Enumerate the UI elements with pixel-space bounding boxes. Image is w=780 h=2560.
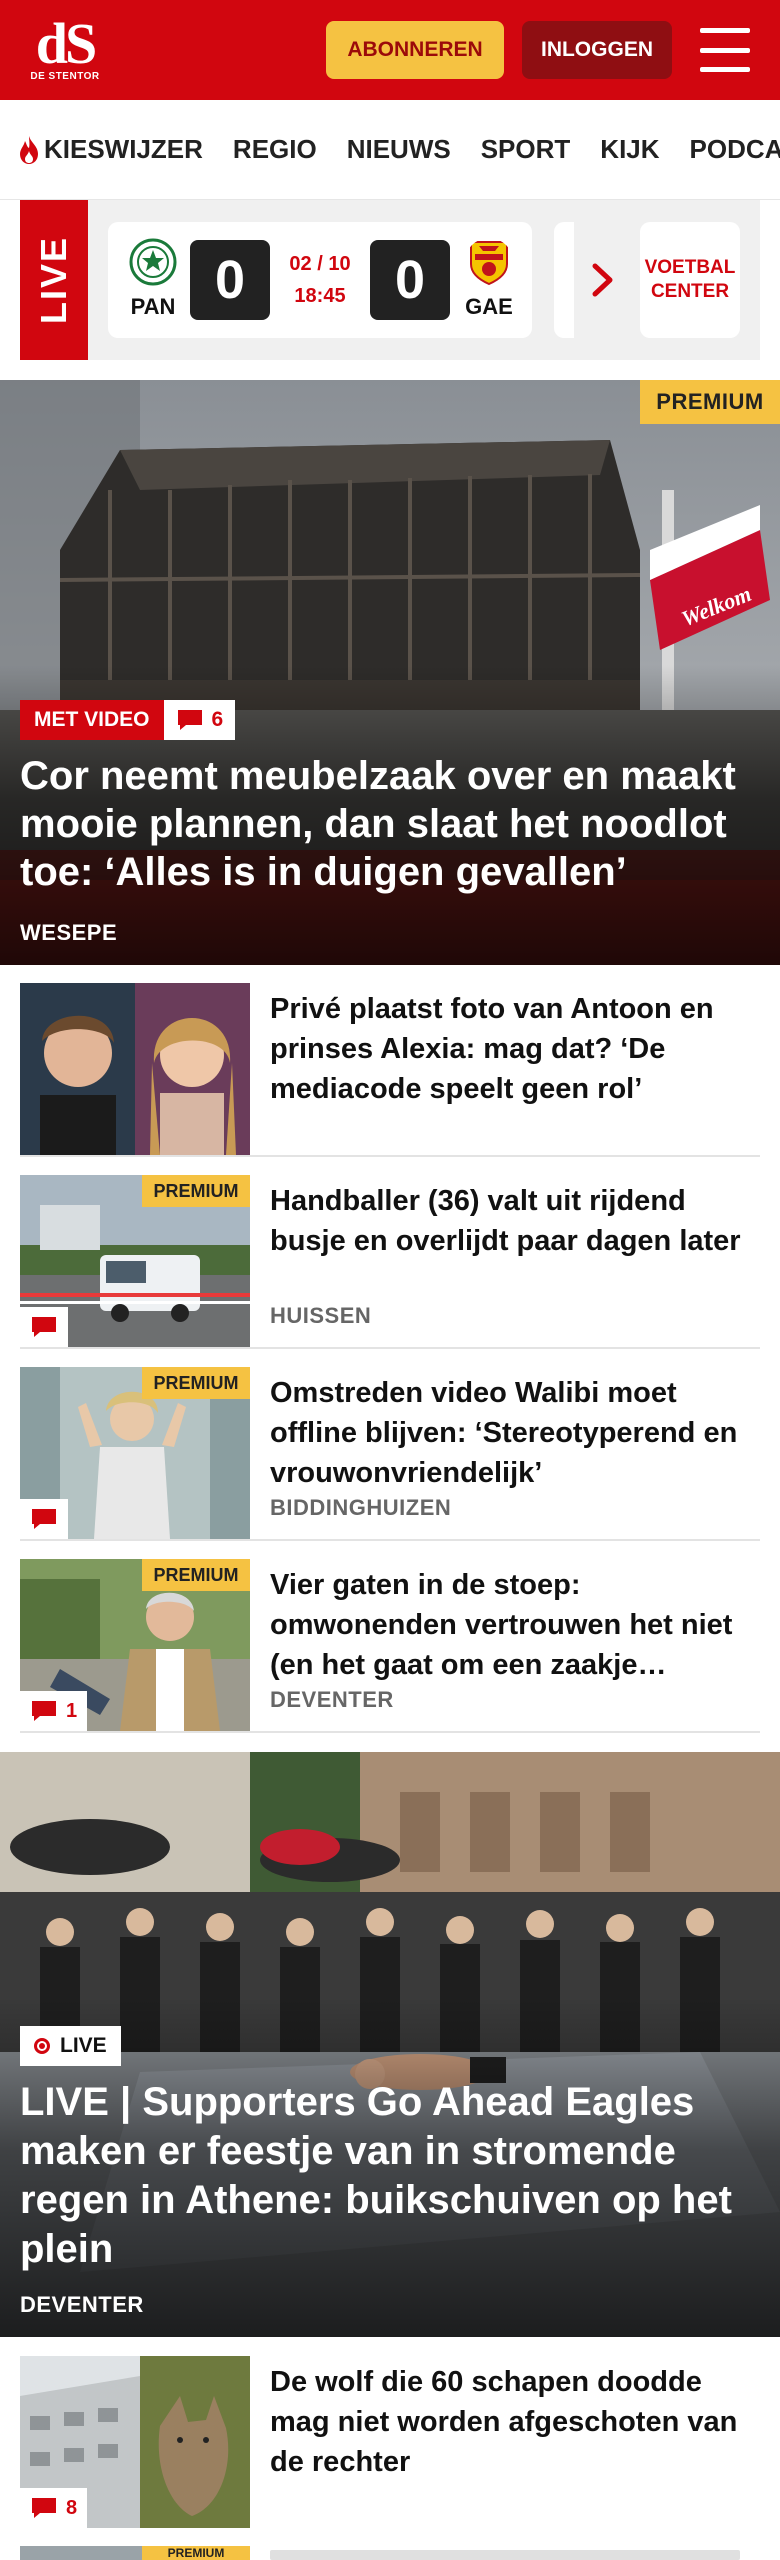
nav-label: KIJK <box>600 134 660 164</box>
flame-icon <box>20 135 38 164</box>
comment-icon <box>32 1509 56 1529</box>
hamburger-menu-icon[interactable] <box>700 28 750 72</box>
live-hero-location: DEVENTER <box>20 2292 144 2317</box>
thumbnail-portraits-image <box>20 983 250 1155</box>
live-scores-strip: LIVE PAN 0 02 / 10 18:45 0 GAE VOETBAL C… <box>20 200 760 360</box>
panathinaikos-crest-icon <box>129 238 177 286</box>
comment-count[interactable] <box>20 1499 68 1539</box>
live-hero-article[interactable]: LIVE LIVE | Supporters Go Ahead Eagles m… <box>0 1752 780 2337</box>
premium-badge: PREMIUM <box>142 1175 250 1207</box>
comment-icon <box>32 2498 56 2518</box>
article-location: BIDDINGHUIZEN <box>270 1495 452 1520</box>
hero-title[interactable]: Cor neemt meubelzaak over en maakt mooie… <box>20 752 760 896</box>
comment-count-value: 8 <box>66 2496 78 2519</box>
nav-item-regio[interactable]: REGIO <box>233 134 317 165</box>
live-hero-title[interactable]: LIVE | Supporters Go Ahead Eagles maken … <box>20 2078 760 2274</box>
premium-badge: PREMIUM <box>640 380 780 424</box>
comment-count[interactable]: 6 <box>163 700 236 740</box>
list-item[interactable]: PREMIUM Handballer (36) valt uit rijdend… <box>20 1157 760 1349</box>
article-thumbnail: PREMIUM <box>20 1367 250 1539</box>
comment-icon <box>32 1317 56 1337</box>
nav-label: PODCAS <box>689 134 780 164</box>
list-item[interactable]: PREMIUM 1 Vier gaten in de stoep: omwone… <box>20 1541 760 1733</box>
list-item[interactable]: 8 De wolf die 60 schapen doodde mag niet… <box>20 2338 760 2530</box>
premium-badge: PREMIUM <box>142 1559 250 1591</box>
teaser-thumbnail: PREMIUM <box>20 2546 250 2560</box>
nav-item-sport[interactable]: SPORT <box>481 134 571 165</box>
article-thumbnail: PREMIUM <box>20 1175 250 1347</box>
nav-label: REGIO <box>232 134 317 164</box>
premium-badge: PREMIUM <box>142 1367 250 1399</box>
article-title[interactable]: Privé plaatst foto van Antoon en prinses… <box>270 989 760 1109</box>
list-item[interactable]: Privé plaatst foto van Antoon en prinses… <box>20 965 760 1157</box>
article-thumbnail <box>20 983 250 1155</box>
hero-article[interactable]: Welkom PREMIUM MET VIDEO 6 Cor neemt meu… <box>0 380 780 965</box>
nav-label: NIEUWS <box>346 134 451 164</box>
comment-count[interactable]: 8 <box>20 2488 88 2528</box>
nav-item-podcasts[interactable]: PODCAS <box>690 134 780 165</box>
away-score: 0 <box>370 240 450 320</box>
logo-mark: dS <box>35 10 97 76</box>
live-label: LIVE <box>20 200 88 360</box>
video-label: MET VIDEO <box>20 700 164 740</box>
article-title[interactable]: Vier gaten in de stoep: omwonenden vertr… <box>270 1565 760 1685</box>
match-card[interactable]: PAN 0 02 / 10 18:45 0 GAE <box>108 222 532 338</box>
away-team: GAE <box>454 238 524 320</box>
live-badge-label: LIVE <box>60 2034 107 2057</box>
nav-item-kieswijzer[interactable]: KIESWIJZER <box>18 134 203 165</box>
match-date: 02 / 10 <box>289 253 351 275</box>
subscribe-button[interactable]: ABONNEREN <box>326 21 504 79</box>
home-team-code: PAN <box>130 294 176 319</box>
comment-count[interactable] <box>20 1307 68 1347</box>
hero-location: WESEPE <box>20 920 118 945</box>
article-title[interactable]: Handballer (36) valt uit rijdend busje e… <box>270 1181 760 1261</box>
home-team: PAN <box>118 238 188 320</box>
nav-item-kijk[interactable]: KIJK <box>600 134 659 165</box>
away-team-code: GAE <box>465 294 513 319</box>
video-tag: MET VIDEO 6 <box>20 700 236 740</box>
chevron-right-icon[interactable] <box>590 262 616 298</box>
premium-badge: PREMIUM <box>142 2546 250 2560</box>
live-label-text: LIVE <box>33 235 75 325</box>
live-badge: LIVE <box>20 2026 121 2066</box>
comment-icon <box>32 1701 56 1721</box>
article-title[interactable]: De wolf die 60 schapen doodde mag niet w… <box>270 2362 760 2482</box>
voetbal-center-link[interactable]: VOETBAL CENTER <box>640 222 740 338</box>
match-kickoff: 18:45 <box>294 285 346 307</box>
article-thumbnail: PREMIUM 1 <box>20 1559 250 1731</box>
logo-subtitle: DE STENTOR <box>30 70 100 82</box>
match-time: 02 / 10 18:45 <box>276 248 364 312</box>
live-dot-icon <box>34 2038 50 2054</box>
next-match-card-stub[interactable] <box>554 222 574 338</box>
main-nav: KIESWIJZER REGIO NIEUWS SPORT KIJK PODCA… <box>0 100 780 200</box>
home-score: 0 <box>190 240 270 320</box>
article-location: HUISSEN <box>270 1303 372 1328</box>
comment-count-value: 1 <box>66 1699 78 1722</box>
nav-item-nieuws[interactable]: NIEUWS <box>347 134 451 165</box>
comment-count[interactable]: 1 <box>20 1691 88 1731</box>
nav-label: KIESWIJZER <box>44 134 203 164</box>
article-title[interactable]: Omstreden video Walibi moet offline blij… <box>270 1373 760 1493</box>
article-thumbnail: 8 <box>20 2356 250 2528</box>
site-header: dS DE STENTOR ABONNEREN INLOGGEN <box>0 0 780 100</box>
article-location: DEVENTER <box>270 1687 394 1712</box>
teaser-title-stub[interactable] <box>270 2550 740 2560</box>
comment-count-value: 6 <box>211 708 224 731</box>
login-button[interactable]: INLOGGEN <box>522 21 672 79</box>
nav-label: SPORT <box>480 134 571 164</box>
site-logo[interactable]: dS DE STENTOR <box>20 10 110 82</box>
list-item[interactable]: PREMIUM Omstreden video Walibi moet offl… <box>20 1349 760 1541</box>
go-ahead-eagles-crest-icon <box>470 241 508 286</box>
comment-icon <box>177 710 202 730</box>
